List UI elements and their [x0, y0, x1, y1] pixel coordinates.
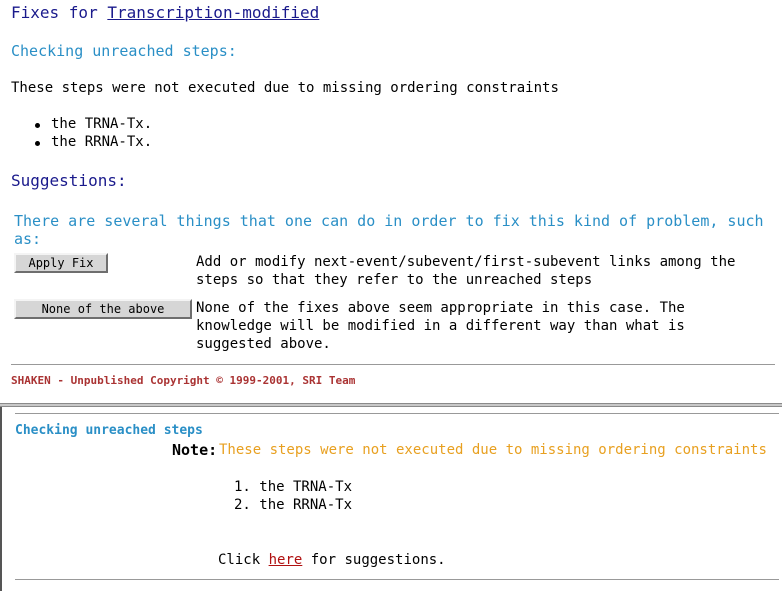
unreached-steps-list: the TRNA-Tx. the RRNA-Tx. — [30, 116, 152, 152]
click-suffix: for suggestions. — [310, 552, 446, 568]
check-results-frame: Checking unreached steps Note: These ste… — [0, 407, 782, 591]
intro-text: These steps were not executed due to mis… — [11, 80, 559, 96]
list-item: 1. the TRNA-Tx — [234, 479, 353, 495]
note-label: Note: — [172, 441, 218, 459]
list-item: the RRNA-Tx. — [30, 134, 152, 152]
fixes-frame: Fixes for Transcription-modified Checkin… — [0, 0, 782, 403]
none-of-the-above-button[interactable]: None of the above — [14, 299, 192, 319]
apply-fix-button[interactable]: Apply Fix — [14, 253, 108, 273]
list-item: 2. the RRNA-Tx — [234, 497, 353, 513]
divider — [11, 364, 775, 365]
title-prefix: Fixes for — [11, 3, 98, 22]
note-text: These steps were not executed due to mis… — [219, 442, 767, 458]
unreached-steps-numbered-list: 1. the TRNA-Tx 2. the RRNA-Tx — [234, 479, 352, 515]
divider — [15, 413, 779, 414]
suggestions-prompt: Click here for suggestions. — [218, 552, 446, 568]
list-item: the TRNA-Tx. — [30, 116, 152, 134]
checking-heading: Checking unreached steps — [15, 423, 203, 438]
suggestions-heading: Suggestions: — [11, 171, 127, 190]
divider — [15, 579, 779, 580]
checking-heading: Checking unreached steps: — [11, 42, 237, 60]
page-title: Fixes for Transcription-modified — [11, 3, 319, 22]
click-prefix: Click — [218, 552, 261, 568]
copyright-notice: SHAKEN - Unpublished Copyright © 1999-20… — [11, 374, 356, 387]
suggestions-link[interactable]: here — [269, 552, 303, 568]
concept-link[interactable]: Transcription-modified — [107, 3, 319, 22]
suggestions-intro: There are several things that one can do… — [14, 212, 764, 248]
none-of-the-above-description: None of the fixes above seem appropriate… — [196, 300, 685, 352]
apply-fix-description: Add or modify next-event/subevent/first-… — [196, 254, 736, 288]
